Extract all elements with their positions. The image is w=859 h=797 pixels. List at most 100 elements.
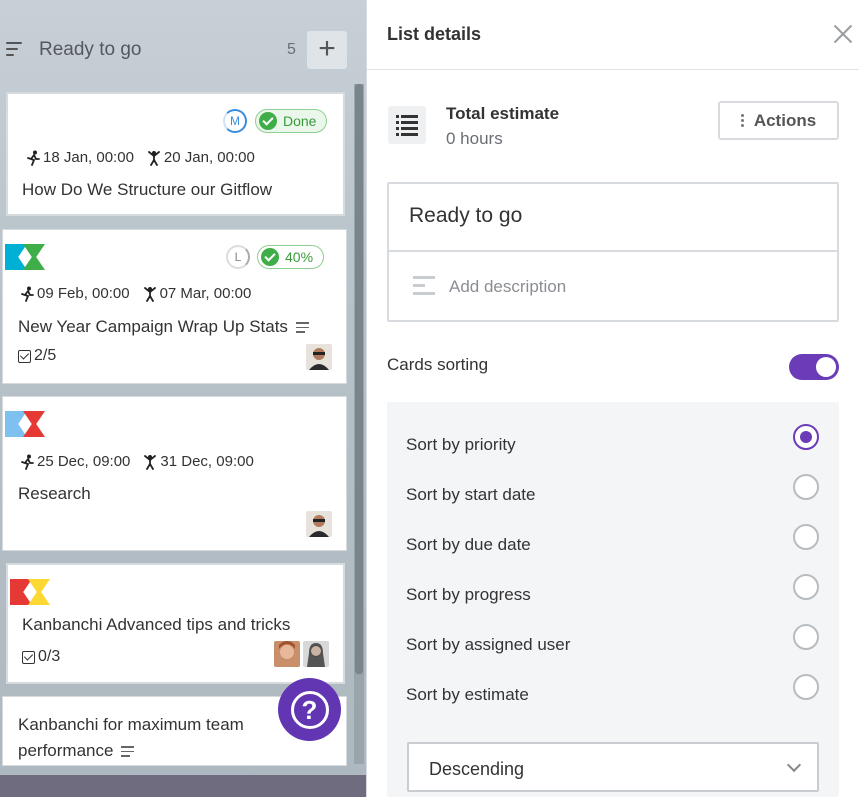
- card[interactable]: L 40% 09 Feb, 00:00 07 Mar, 00:00 New Ye…: [2, 229, 347, 384]
- cards-sorting-toggle[interactable]: [789, 354, 839, 380]
- card[interactable]: Kanbanchi Advanced tips and tricks 0/3: [6, 563, 345, 684]
- radio[interactable]: [793, 574, 819, 600]
- question-icon: ?: [290, 690, 329, 729]
- tag: [23, 411, 45, 437]
- check-circle-icon: [259, 112, 277, 130]
- status-badge: Done: [255, 109, 328, 133]
- sort-order-value: Descending: [429, 759, 525, 779]
- tag: [10, 579, 32, 605]
- start-date: 18 Jan, 00:00: [43, 149, 134, 166]
- card-count: 5: [287, 41, 296, 58]
- due-date-icon: [148, 150, 160, 166]
- checklist-count: 0/3: [22, 648, 60, 666]
- toggle-knob: [816, 357, 836, 377]
- start-date: 09 Feb, 00:00: [37, 285, 130, 302]
- start-date-icon: [21, 286, 34, 302]
- start-date-icon: [21, 454, 34, 470]
- list-info-box: Ready to go Add description: [387, 182, 839, 322]
- list-name-input[interactable]: Ready to go: [389, 184, 837, 252]
- due-date-icon: [143, 286, 156, 302]
- description-icon: [121, 743, 135, 760]
- card-dates: 09 Feb, 00:00 07 Mar, 00:00: [19, 285, 251, 302]
- start-date: 25 Dec, 09:00: [37, 453, 131, 470]
- radio[interactable]: [793, 524, 819, 550]
- card-dates: 18 Jan, 00:00 20 Jan, 00:00: [25, 149, 255, 166]
- list-header: Ready to go 5 +: [0, 28, 352, 74]
- actions-label: Actions: [753, 110, 817, 130]
- board-footer: [0, 775, 366, 797]
- help-button[interactable]: ?: [278, 678, 341, 741]
- radio-selected[interactable]: [793, 424, 819, 450]
- card[interactable]: M Done 18 Jan, 00:00 20 Jan, 00:00 How D…: [6, 92, 345, 216]
- board-column: Ready to go 5 + M Done 18 Jan, 00:00 20 …: [0, 0, 366, 797]
- card-title-line1: Kanbanchi for maximum team: [18, 715, 244, 734]
- radio[interactable]: [793, 674, 819, 700]
- tag: [5, 411, 27, 437]
- card-title: New Year Campaign Wrap Up Stats: [18, 317, 288, 336]
- checklist-text: 0/3: [38, 648, 61, 665]
- check-circle-icon: [261, 248, 279, 266]
- card-title-line2: performance: [18, 741, 114, 760]
- sort-option-progress[interactable]: Sort by progress: [387, 562, 839, 612]
- estimate-label: Total estimate: [446, 104, 560, 123]
- checklist-icon: [22, 650, 35, 664]
- tag: [5, 244, 27, 270]
- tag: [23, 244, 45, 270]
- card-title: How Do We Structure our Gitflow: [22, 180, 273, 199]
- close-icon[interactable]: [832, 22, 854, 44]
- sort-order-select[interactable]: Descending: [407, 742, 819, 792]
- card-dates: 25 Dec, 09:00 31 Dec, 09:00: [19, 453, 254, 470]
- kebab-icon: [740, 114, 744, 127]
- start-date-icon: [27, 150, 40, 166]
- description-icon: [413, 276, 435, 300]
- due-date: 07 Mar, 00:00: [159, 285, 252, 302]
- checklist-count: 2/5: [18, 347, 56, 365]
- panel-title: List details: [387, 24, 482, 44]
- checklist-text: 2/5: [34, 347, 57, 364]
- due-date: 31 Dec, 09:00: [160, 453, 254, 470]
- radio[interactable]: [793, 624, 819, 650]
- sort-lines-icon[interactable]: [6, 42, 24, 58]
- card[interactable]: 25 Dec, 09:00 31 Dec, 09:00 Research: [2, 396, 347, 551]
- description-placeholder: Add description: [449, 277, 567, 296]
- list-icon: [388, 106, 426, 144]
- card-title: Kanbanchi Advanced tips and tricks: [22, 615, 291, 634]
- avatar[interactable]: [274, 641, 300, 667]
- avatar[interactable]: [306, 511, 332, 537]
- progress-text: 40%: [285, 249, 314, 265]
- sort-option-assigned-user[interactable]: Sort by assigned user: [387, 612, 839, 662]
- card-tags: [10, 579, 50, 605]
- card-title-row: New Year Campaign Wrap Up Stats: [18, 317, 309, 337]
- panel-header: List details: [367, 0, 859, 70]
- radio[interactable]: [793, 474, 819, 500]
- progress-badge: 40%: [257, 245, 325, 269]
- scrollbar-thumb[interactable]: [355, 84, 363, 674]
- due-date-icon: [144, 454, 157, 470]
- avatar[interactable]: [306, 344, 332, 370]
- priority-icon: L: [226, 245, 250, 269]
- list-details-panel: List details Total estimate 0 hours Acti…: [366, 0, 859, 797]
- sort-option-due-date[interactable]: Sort by due date: [387, 512, 839, 562]
- sort-option-start-date[interactable]: Sort by start date: [387, 462, 839, 512]
- description-icon: [295, 319, 309, 336]
- tag: [28, 579, 50, 605]
- actions-button[interactable]: Actions: [718, 101, 839, 140]
- add-card-button[interactable]: +: [307, 31, 347, 69]
- estimate-value: 0 hours: [446, 129, 503, 148]
- cards-sorting-label: Cards sorting: [387, 355, 489, 374]
- status-text: Done: [283, 113, 317, 129]
- list-title[interactable]: Ready to go: [39, 39, 141, 61]
- sort-option-label: Sort by estimate: [406, 685, 529, 704]
- sort-option-label: Sort by progress: [406, 585, 531, 604]
- avatar[interactable]: [303, 641, 329, 667]
- chevron-down-icon: [786, 757, 802, 773]
- due-date: 20 Jan, 00:00: [163, 149, 255, 166]
- card-title: Research: [18, 484, 91, 503]
- card-title-row: performance: [18, 741, 135, 761]
- sort-option-priority[interactable]: Sort by priority: [387, 412, 839, 462]
- card-tags: [5, 244, 45, 270]
- sort-option-label: Sort by assigned user: [406, 635, 571, 654]
- description-field[interactable]: Add description: [389, 254, 837, 320]
- checklist-icon: [18, 349, 31, 363]
- sort-option-estimate[interactable]: Sort by estimate: [387, 662, 839, 712]
